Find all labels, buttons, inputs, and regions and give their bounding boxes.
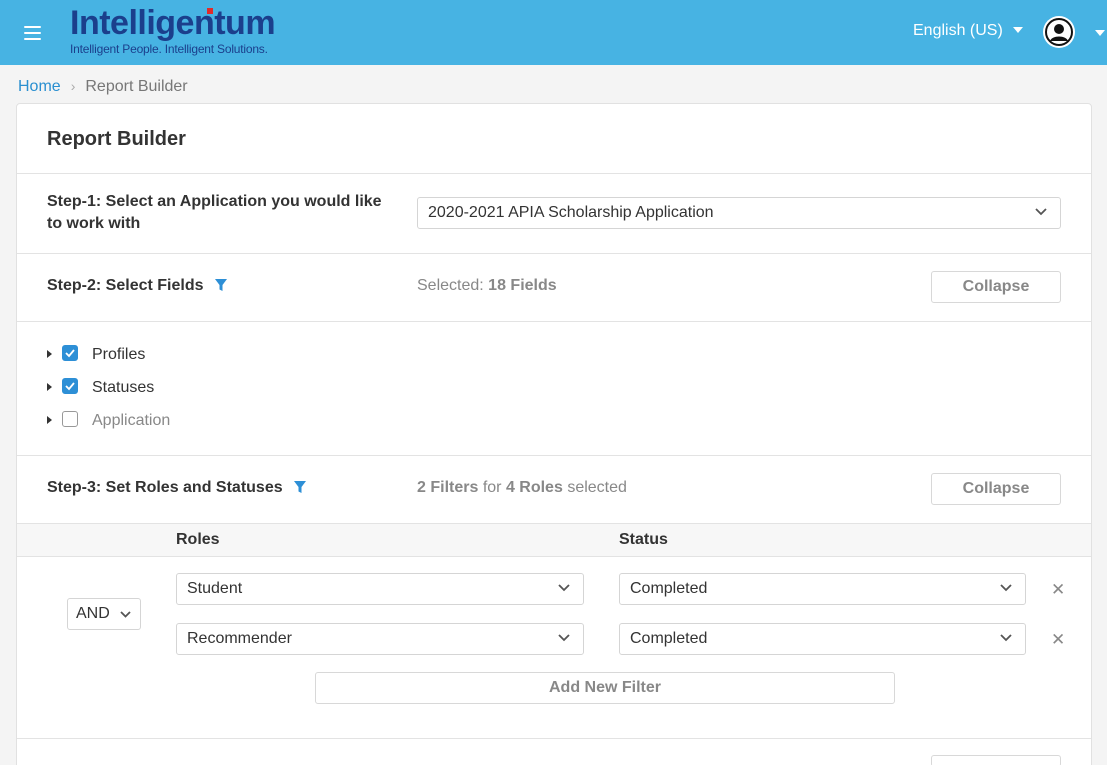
divider	[17, 321, 1091, 322]
selected-fields-count: 18 Fields	[488, 277, 557, 294]
role-select-value: Student	[187, 580, 243, 597]
summary-for: for	[482, 479, 502, 496]
roles-count: 4 Roles	[505, 479, 563, 496]
divider	[17, 738, 1091, 739]
role-select[interactable]: Student	[176, 573, 584, 605]
breadcrumb: Home › Report Builder	[18, 78, 188, 96]
breadcrumb-separator-icon: ›	[70, 78, 76, 94]
summary-selected: selected	[567, 479, 627, 496]
step2-collapse-button[interactable]: Collapse	[931, 271, 1061, 303]
caret-down-icon	[1012, 27, 1023, 33]
chevron-down-icon	[1000, 584, 1012, 592]
step1-label: Step-1: Select an Application you would …	[47, 193, 382, 232]
role-select-value: Recommender	[187, 630, 292, 647]
logical-operator-select[interactable]: AND	[67, 598, 141, 630]
field-label: Application	[92, 412, 171, 429]
divider	[17, 455, 1091, 456]
caret-right-icon[interactable]	[47, 350, 52, 358]
field-label: Statuses	[92, 379, 155, 396]
top-navbar: Intelligentum Intelligent People. Intell…	[0, 0, 1107, 65]
step4-collapse-button-partial[interactable]	[931, 755, 1061, 765]
caret-right-icon[interactable]	[47, 416, 52, 424]
statuses-checkbox[interactable]	[62, 378, 78, 394]
remove-filter-close-icon[interactable]: ✕	[1051, 630, 1065, 650]
hamburger-menu-icon[interactable]	[24, 26, 41, 40]
breadcrumb-home-link[interactable]: Home	[18, 78, 61, 95]
filters-count: 2 Filters	[417, 479, 479, 496]
chevron-down-icon	[1035, 208, 1047, 216]
status-select[interactable]: Completed	[619, 623, 1026, 655]
step2-selected-summary: Selected: 18 Fields	[417, 277, 557, 295]
application-select-value: 2020-2021 APIA Scholarship Application	[428, 204, 714, 221]
chevron-down-icon	[120, 611, 131, 618]
step2-header: Step-2: Select Fields	[47, 275, 228, 297]
logo-accent-dot	[207, 8, 213, 14]
step3-summary: 2 Filters for 4 Roles selected	[417, 479, 627, 497]
roles-status-table-header: Roles Status	[17, 523, 1091, 557]
application-select[interactable]: 2020-2021 APIA Scholarship Application	[417, 197, 1061, 229]
step3-header: Step-3: Set Roles and Statuses	[47, 477, 307, 499]
filter-icon[interactable]	[293, 480, 307, 494]
caret-right-icon[interactable]	[47, 383, 52, 391]
caret-down-icon	[1095, 30, 1105, 36]
operator-value: AND	[76, 605, 110, 622]
user-circle-icon	[1043, 16, 1075, 48]
chevron-down-icon	[1000, 634, 1012, 642]
company-logo[interactable]: Intelligentum Intelligent People. Intell…	[70, 4, 276, 56]
chevron-down-icon	[558, 634, 570, 642]
field-tree-item-profiles: Profiles	[47, 345, 145, 365]
user-menu[interactable]	[1043, 16, 1105, 53]
selected-prefix: Selected:	[417, 277, 484, 294]
field-tree-item-application: Application	[47, 411, 170, 431]
report-builder-card: Report Builder Step-1: Select an Applica…	[16, 103, 1092, 765]
step3-collapse-button[interactable]: Collapse	[931, 473, 1061, 505]
divider	[17, 253, 1091, 254]
step2-label: Step-2: Select Fields	[47, 277, 204, 294]
add-new-filter-button[interactable]: Add New Filter	[315, 672, 895, 704]
filter-icon[interactable]	[214, 278, 228, 292]
application-checkbox[interactable]	[62, 411, 78, 427]
logo-text: Intelligentum	[70, 4, 276, 42]
language-selector[interactable]: English (US)	[913, 22, 1023, 40]
roles-column-header: Roles	[176, 531, 220, 548]
divider	[17, 173, 1091, 174]
language-label: English (US)	[913, 22, 1003, 39]
page-title: Report Builder	[47, 128, 186, 150]
status-column-header: Status	[619, 531, 668, 548]
remove-filter-close-icon[interactable]: ✕	[1051, 580, 1065, 600]
field-tree-item-statuses: Statuses	[47, 378, 154, 398]
chevron-down-icon	[558, 584, 570, 592]
breadcrumb-current: Report Builder	[85, 78, 188, 95]
profiles-checkbox[interactable]	[62, 345, 78, 361]
status-select[interactable]: Completed	[619, 573, 1026, 605]
field-label: Profiles	[92, 346, 146, 363]
status-select-value: Completed	[630, 580, 708, 597]
role-select[interactable]: Recommender	[176, 623, 584, 655]
status-select-value: Completed	[630, 630, 708, 647]
logo-tagline: Intelligent People. Intelligent Solution…	[70, 42, 268, 56]
step3-label: Step-3: Set Roles and Statuses	[47, 479, 283, 496]
